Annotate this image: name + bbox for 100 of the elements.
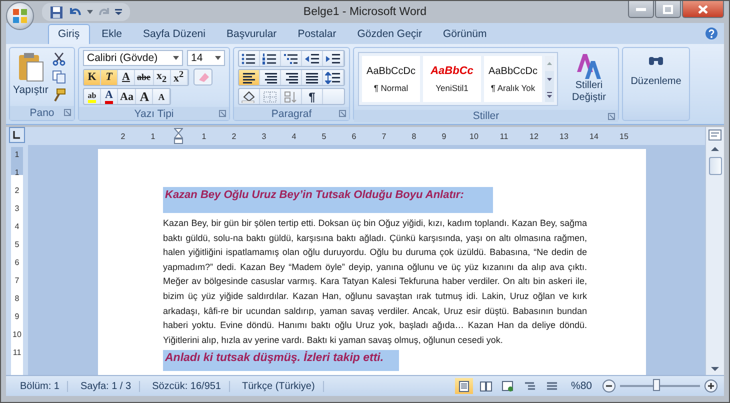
undo-icon[interactable] <box>68 6 82 18</box>
indent-marker-icon[interactable] <box>174 128 183 144</box>
customize-icon[interactable] <box>115 9 122 15</box>
ruler-number: 10 <box>469 132 479 140</box>
ruler-number: 4 <box>290 132 298 140</box>
ribbon-tab[interactable]: Giriş <box>48 24 90 44</box>
paste-button[interactable]: Yapıştır <box>13 50 48 98</box>
strike-button[interactable]: abe <box>135 70 154 84</box>
sup-button[interactable]: x$^{2}$ <box>170 70 188 84</box>
tab-selector-icon[interactable] <box>9 127 25 143</box>
fontcolor-button[interactable]: A <box>101 89 118 104</box>
ribbon-tab[interactable]: Görünüm <box>434 25 496 44</box>
bold-button[interactable]: K <box>84 70 101 84</box>
status-item[interactable]: Bölüm: 1 <box>12 380 68 392</box>
ruler-number: 4 <box>14 223 20 231</box>
ribbon-tab[interactable]: Ekle <box>92 25 132 44</box>
pilcrow-button[interactable]: ¶ <box>302 89 323 104</box>
help-icon[interactable] <box>705 27 718 40</box>
align-left-button[interactable] <box>239 70 260 85</box>
style-item[interactable]: AaBbCcDc ¶ Aralık Yok <box>484 56 542 102</box>
close-button[interactable] <box>682 1 724 18</box>
ruler-number: 7 <box>380 132 388 140</box>
zoom-out-icon[interactable] <box>602 379 616 393</box>
lines-icon <box>546 380 558 392</box>
style-item[interactable]: AaBbCcDc ¶ Normal <box>362 56 420 102</box>
decrease-indent-icon <box>304 52 320 64</box>
dropdown-arrow-icon[interactable] <box>215 56 221 60</box>
ribbon-tab[interactable]: Sayfa Düzeni <box>134 25 214 44</box>
scissors-icon[interactable] <box>52 52 66 66</box>
grow-button[interactable]: A <box>136 89 154 104</box>
font-name-field[interactable]: Calibri (Gövde) <box>83 50 183 66</box>
sort-icon <box>284 90 298 102</box>
italic-button[interactable]: T <box>101 70 118 84</box>
ruler-number: 1 <box>14 169 20 177</box>
status-item[interactable]: Sayfa: 1 / 3 <box>72 380 140 392</box>
justify-icon <box>305 72 319 84</box>
web-page-icon <box>502 380 514 392</box>
ruler-number: 11 <box>499 132 509 140</box>
numbered-list-icon <box>262 52 278 64</box>
ruler-number: 1 <box>200 132 208 140</box>
sub-button[interactable]: x$_{2}$ <box>154 70 170 84</box>
align-left-icon <box>242 72 256 84</box>
ruler-number: 15 <box>619 132 629 140</box>
ribbon-tab[interactable]: Gözden Geçir <box>348 25 431 44</box>
ribbon-tab[interactable]: Postalar <box>288 25 346 44</box>
shrink-button[interactable]: A <box>153 89 170 104</box>
zoom-slider-thumb[interactable] <box>653 379 660 391</box>
multilevel-button[interactable] <box>281 51 302 66</box>
bullet-list-icon <box>241 52 257 64</box>
group-label: Yazı Tipi <box>134 108 174 120</box>
ruler-number: 3 <box>260 132 268 140</box>
ribbon-tab[interactable]: Başvurular <box>217 25 286 44</box>
change-styles-button[interactable]: Stilleri Değiştir <box>564 52 614 106</box>
ruler-number: 2 <box>230 132 238 140</box>
print-view-button[interactable] <box>454 378 473 394</box>
dialog-launcher-icon[interactable] <box>339 110 346 117</box>
group-label: Pano <box>30 107 54 119</box>
highlight-button[interactable]: ab <box>84 89 101 104</box>
bullets-button[interactable] <box>239 51 260 66</box>
status-item[interactable]: Sözcük: 16/951 <box>144 380 230 392</box>
scroll-down-icon[interactable] <box>545 71 554 87</box>
ruler-number: 10 <box>12 331 22 339</box>
ruler-number: 8 <box>14 295 20 303</box>
ruler-toggle-icon[interactable] <box>708 129 722 141</box>
more-icon[interactable] <box>545 86 554 102</box>
letters-icon <box>575 52 603 80</box>
minimize-button[interactable] <box>628 1 654 18</box>
ruler-number: 9 <box>440 132 448 140</box>
font-size-field[interactable]: 14 <box>187 50 225 66</box>
save-icon[interactable] <box>50 6 63 18</box>
style-name: YeniStil1 <box>436 83 468 93</box>
ruler-number: 3 <box>14 205 20 213</box>
dialog-launcher-icon[interactable] <box>64 109 71 116</box>
page-icon <box>458 380 470 392</box>
zoom-in-icon[interactable] <box>704 379 718 393</box>
book-icon <box>480 380 492 392</box>
line-spacing-button[interactable] <box>323 70 344 85</box>
maximize-icon <box>663 4 673 14</box>
scrollbar[interactable] <box>705 127 724 375</box>
office-button[interactable] <box>6 2 34 30</box>
dialog-launcher-icon[interactable] <box>608 113 615 120</box>
scroll-thumb[interactable] <box>708 157 722 175</box>
dropdown-arrow-icon[interactable] <box>173 56 179 60</box>
indent-button[interactable] <box>323 51 344 66</box>
dialog-launcher-icon[interactable] <box>219 110 226 117</box>
binoculars-icon <box>648 54 664 66</box>
format-painter-icon[interactable] <box>52 88 66 102</box>
zoom-level[interactable]: %80 <box>570 380 592 392</box>
ruler-number: 5 <box>14 241 20 249</box>
status-item[interactable]: Türkçe (Türkiye) <box>234 380 324 392</box>
case-button[interactable]: Aa <box>118 89 136 104</box>
copy-icon[interactable] <box>52 70 66 84</box>
shading-button[interactable] <box>239 89 260 104</box>
numbering-button[interactable] <box>260 51 281 66</box>
underline-button[interactable]: A <box>118 70 135 84</box>
increase-indent-icon <box>325 52 341 64</box>
maximize-button[interactable] <box>655 1 681 18</box>
editing-button[interactable]: Düzenleme <box>624 48 688 120</box>
style-item[interactable]: AaBbCc YeniStil1 <box>423 56 481 102</box>
caret-icon[interactable] <box>87 10 93 14</box>
